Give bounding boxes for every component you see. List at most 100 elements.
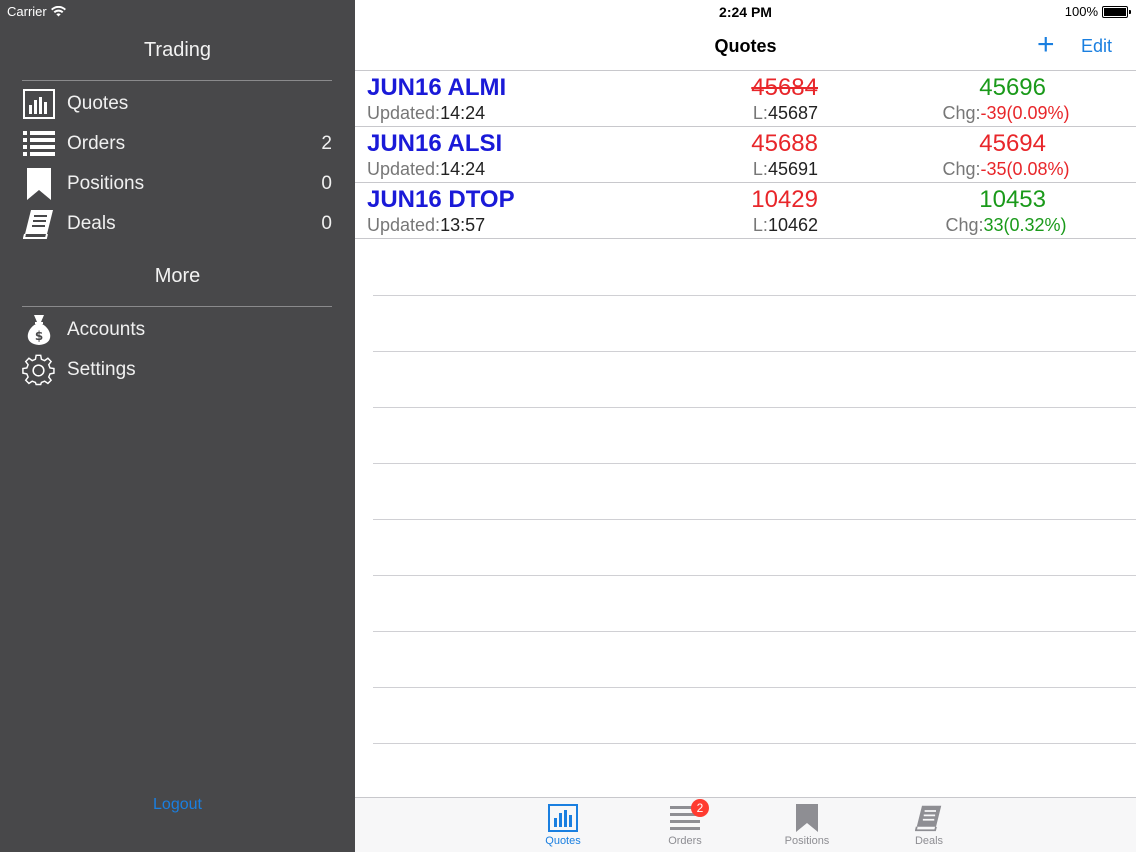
tab-label: Orders	[668, 835, 702, 847]
quote-updated: Updated:14:24	[367, 103, 485, 124]
updated-time: 13:57	[440, 215, 486, 235]
sidebar-item-count: 0	[321, 213, 332, 234]
edit-button[interactable]: Edit	[1081, 36, 1112, 57]
low-label: L:	[752, 215, 768, 235]
empty-row-separator	[373, 631, 1136, 632]
low-value: 10462	[767, 215, 818, 235]
change-percent: (0.08%)	[1006, 159, 1070, 179]
tab-label: Quotes	[545, 835, 581, 847]
empty-row-separator	[373, 575, 1136, 576]
quote-updated: Updated:14:24	[367, 159, 485, 180]
sidebar-item-label: Deals	[67, 213, 116, 234]
sidebar-item-label: Orders	[67, 133, 126, 154]
sidebar-item-accounts[interactable]: $ Accounts	[22, 310, 332, 350]
tab-positions[interactable]: Positions	[762, 798, 852, 852]
change-percent: (0.32%)	[1003, 215, 1067, 235]
sidebar-item-count: 2	[321, 133, 332, 154]
change-label: Chg:	[945, 215, 984, 235]
sidebar-item-label: Quotes	[67, 93, 129, 114]
more-section-title: More	[154, 265, 201, 287]
sidebar-item-deals[interactable]: Deals 0	[22, 204, 332, 244]
change-value: -39	[980, 103, 1007, 123]
quote-ask: 45696	[979, 74, 1046, 101]
tab-label: Positions	[784, 835, 830, 847]
battery-percent: 100%	[1064, 4, 1098, 19]
quote-row[interactable]: JUN16 ALSI Updated:14:24 45688 L:45691 4…	[355, 127, 1136, 183]
tab-deals[interactable]: Deals	[884, 798, 974, 852]
add-quote-button[interactable]: +	[1037, 30, 1055, 60]
empty-row-separator	[373, 519, 1136, 520]
sidebar-item-label: Positions	[67, 173, 145, 194]
quote-row[interactable]: JUN16 DTOP Updated:13:57 10429 L:10462 1…	[355, 183, 1136, 239]
quote-updated: Updated:13:57	[367, 215, 485, 236]
quote-ask: 45694	[979, 130, 1046, 157]
wifi-icon	[50, 6, 66, 17]
page-title: Quotes	[714, 36, 777, 56]
updated-label: Updated:	[367, 159, 441, 179]
list-icon: 2	[669, 799, 709, 833]
quote-symbol: JUN16 ALMI	[367, 74, 507, 101]
quote-symbol: JUN16 ALSI	[367, 130, 503, 157]
quote-low: L:10462	[753, 215, 818, 236]
quote-change: Chg:-39(0.09%)	[935, 103, 1077, 124]
divider	[22, 306, 332, 307]
low-value: 45687	[767, 103, 818, 123]
orders-badge: 2	[691, 799, 709, 817]
change-percent: (0.09%)	[1006, 103, 1070, 123]
status-carrier: Carrier	[7, 4, 66, 19]
bar-chart-icon	[547, 803, 579, 833]
book-icon	[913, 803, 945, 833]
carrier-label: Carrier	[7, 4, 47, 19]
updated-time: 14:24	[440, 159, 486, 179]
sidebar-item-settings[interactable]: Settings	[22, 350, 332, 390]
low-label: L:	[752, 103, 768, 123]
sidebar-item-count: 0	[321, 173, 332, 194]
change-value: 33	[983, 215, 1004, 235]
quote-ask: 10453	[979, 186, 1046, 213]
change-label: Chg:	[942, 103, 981, 123]
updated-label: Updated:	[367, 215, 441, 235]
book-icon	[22, 208, 55, 241]
sidebar: Carrier Trading Quotes Orders 2 Position…	[0, 0, 355, 852]
status-time: 2:24 PM	[719, 4, 772, 20]
empty-row-separator	[373, 351, 1136, 352]
quote-row[interactable]: JUN16 ALMI Updated:14:24 45684 L:45687 4…	[355, 71, 1136, 127]
tab-quotes[interactable]: Quotes	[518, 798, 608, 852]
trading-section-title: Trading	[143, 39, 212, 61]
tab-bar: Quotes 2 Orders Positions Deals	[355, 797, 1136, 852]
quote-bid: 45684	[751, 74, 818, 101]
sidebar-item-orders[interactable]: Orders 2	[22, 124, 332, 164]
gear-icon	[22, 354, 55, 387]
empty-row-separator	[373, 463, 1136, 464]
empty-row-separator	[373, 407, 1136, 408]
sidebar-item-positions[interactable]: Positions 0	[22, 164, 332, 204]
quote-low: L:45687	[753, 103, 818, 124]
quote-bid: 45688	[751, 130, 818, 157]
change-label: Chg:	[942, 159, 981, 179]
bookmark-icon	[22, 168, 55, 201]
low-label: L:	[752, 159, 768, 179]
divider	[22, 80, 332, 81]
quote-symbol: JUN16 DTOP	[367, 186, 515, 213]
svg-text:$: $	[34, 329, 42, 343]
empty-row-separator	[373, 687, 1136, 688]
status-battery: 100%	[1064, 4, 1131, 19]
tab-orders[interactable]: 2 Orders	[640, 798, 730, 852]
main-panel: 2:24 PM 100% Quotes + Edit JUN16 ALMI Up…	[355, 0, 1136, 852]
quote-change: Chg:33(0.32%)	[935, 215, 1077, 236]
tab-label: Deals	[914, 835, 944, 847]
empty-row-separator	[373, 743, 1136, 744]
quote-bid: 10429	[751, 186, 818, 213]
updated-time: 14:24	[440, 103, 486, 123]
sidebar-item-quotes[interactable]: Quotes	[22, 84, 332, 124]
list-icon	[22, 128, 55, 161]
low-value: 45691	[767, 159, 818, 179]
money-bag-icon: $	[22, 314, 55, 347]
sidebar-item-label: Settings	[67, 359, 136, 380]
quote-change: Chg:-35(0.08%)	[935, 159, 1077, 180]
bar-chart-icon	[22, 88, 55, 121]
logout-button[interactable]: Logout	[0, 796, 355, 814]
empty-row-separator	[373, 295, 1136, 296]
sidebar-item-label: Accounts	[67, 319, 146, 340]
quote-low: L:45691	[753, 159, 818, 180]
